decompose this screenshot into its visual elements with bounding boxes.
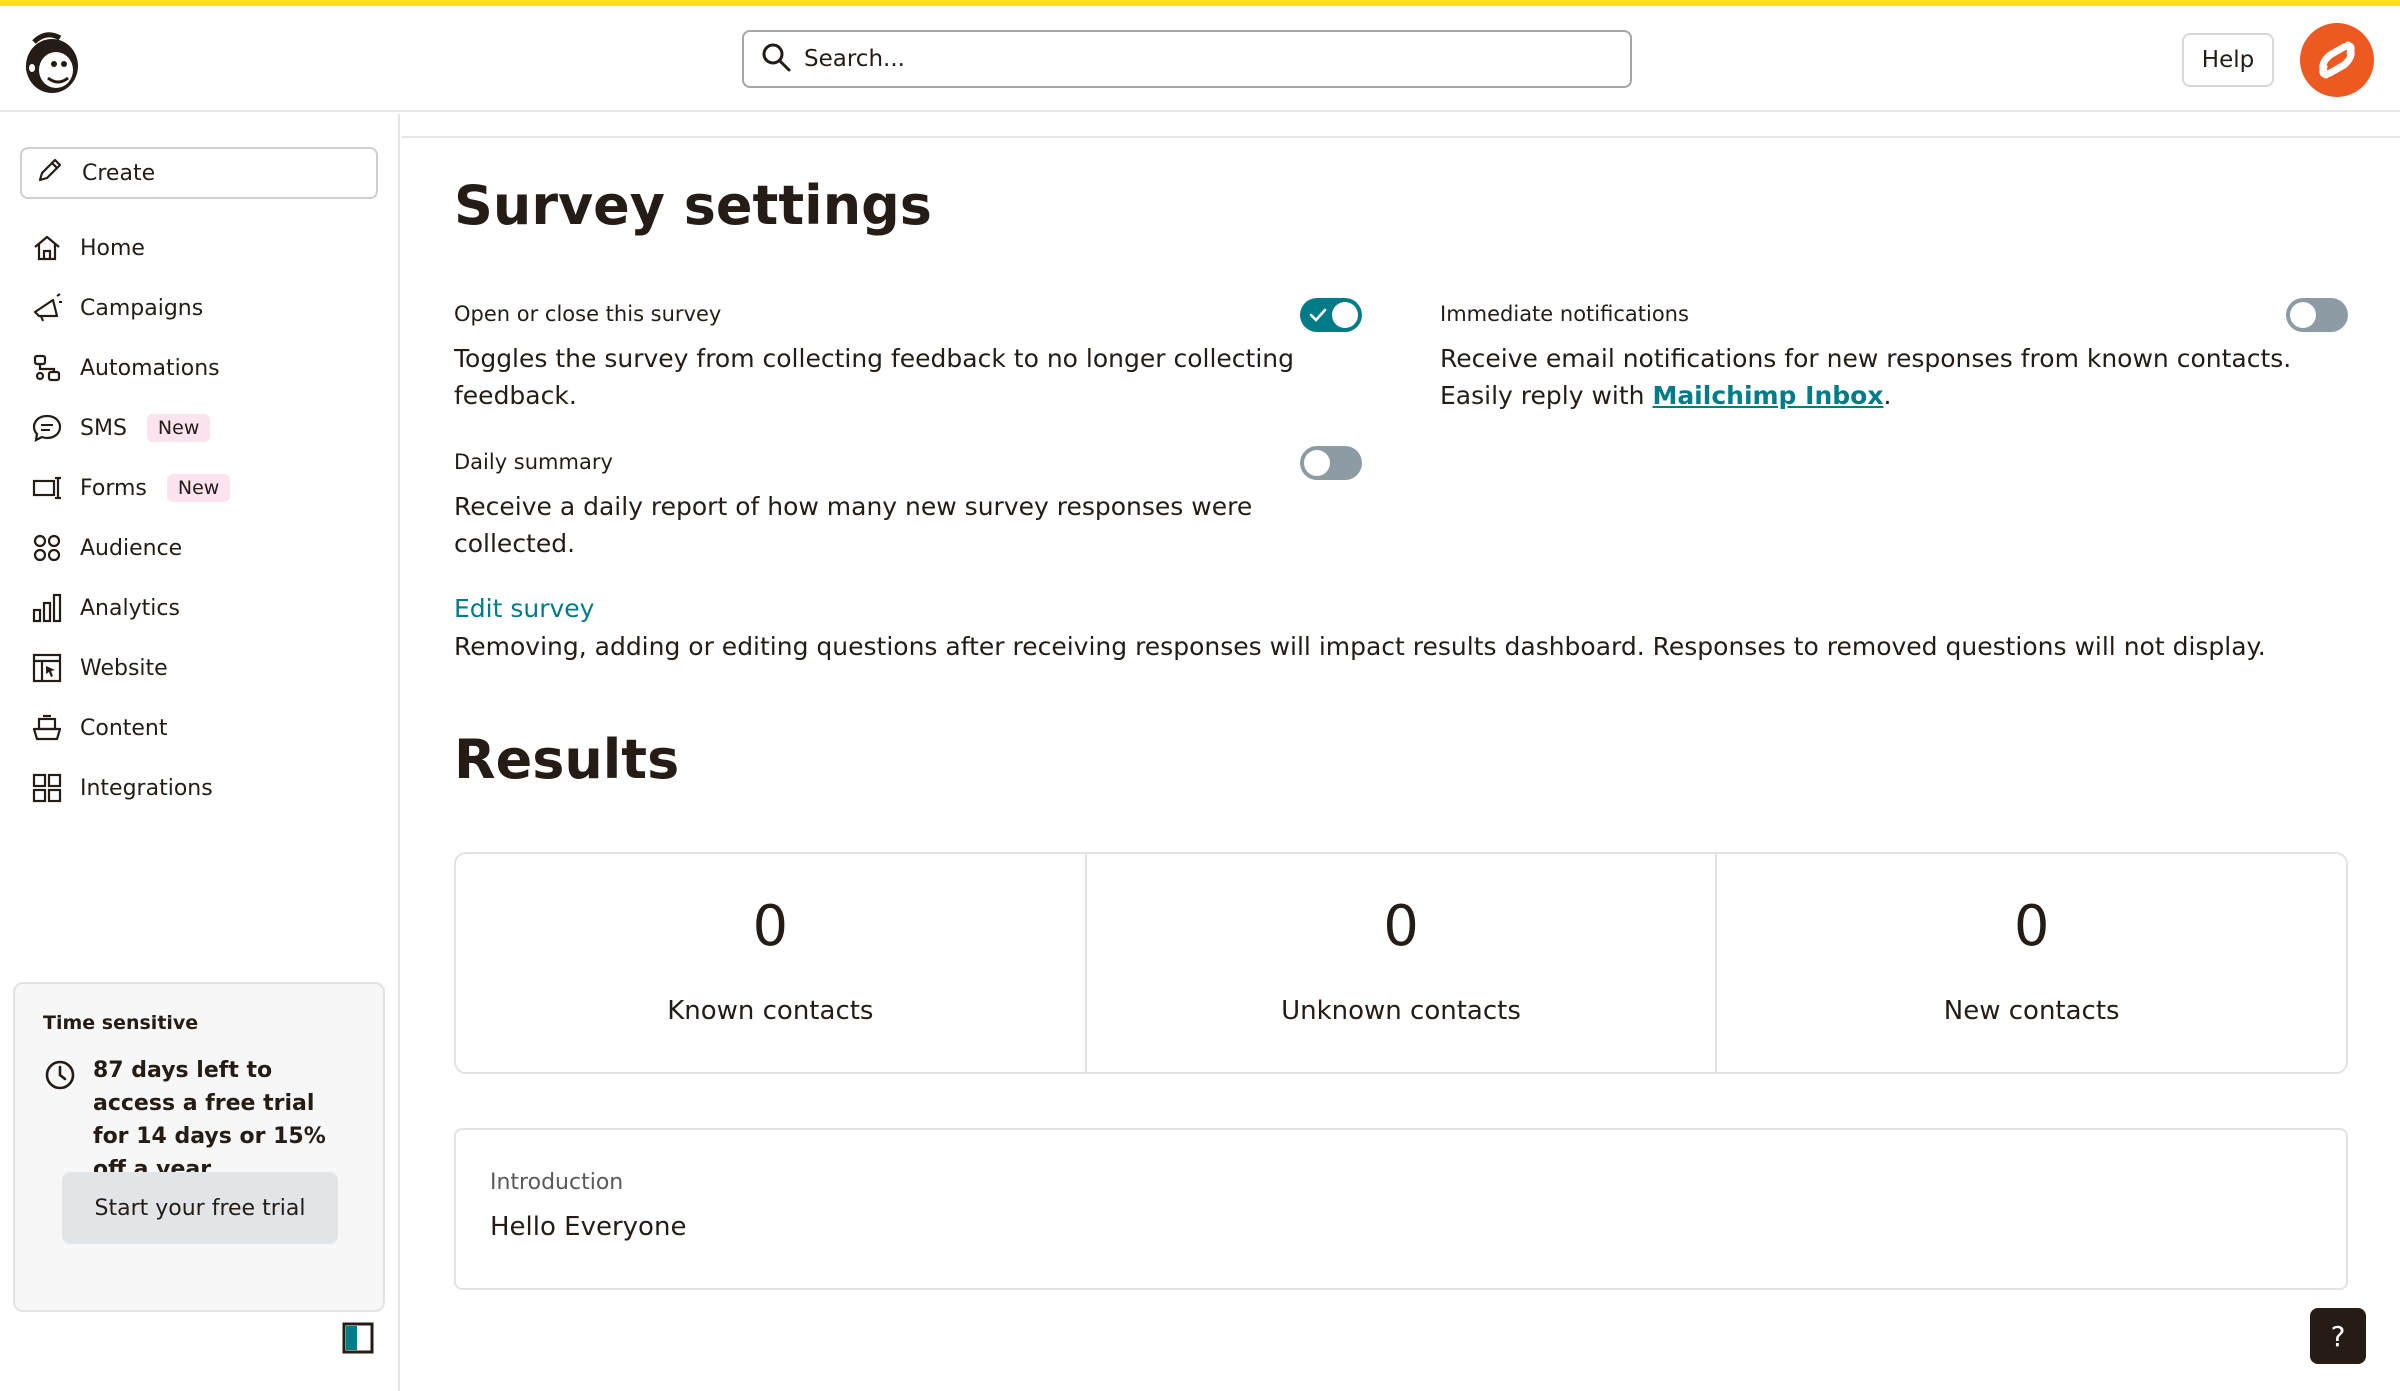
- trial-message: 87 days left to access a free trial for …: [93, 1058, 326, 1182]
- sidebar-item-label: Home: [80, 235, 145, 261]
- create-label: Create: [82, 160, 156, 186]
- stat-value: 0: [2013, 894, 2050, 959]
- edit-survey-link[interactable]: Edit survey: [454, 594, 594, 623]
- divider: [402, 136, 2400, 138]
- trial-title: Time sensitive: [43, 1012, 199, 1034]
- audience-icon: [30, 531, 64, 565]
- content-icon: [30, 711, 64, 745]
- sidebar-item-label: Content: [80, 715, 168, 741]
- help-fab-button[interactable]: ?: [2310, 1308, 2366, 1364]
- stat-label: Known contacts: [667, 996, 874, 1026]
- stat-value: 0: [752, 894, 789, 959]
- setting-desc-daily-summary: Receive a daily report of how many new s…: [454, 492, 1253, 558]
- sidebar-item-automations[interactable]: Automations: [30, 338, 380, 398]
- sidebar-item-label: Forms: [80, 475, 147, 501]
- megaphone-icon: [30, 291, 64, 325]
- sidebar-item-website[interactable]: Website: [30, 638, 380, 698]
- clock-icon: [43, 1058, 77, 1092]
- pencil-icon: [36, 156, 82, 190]
- sidebar-item-content[interactable]: Content: [30, 698, 380, 758]
- help-button[interactable]: Help: [2182, 33, 2274, 87]
- stat-unknown-contacts: 0 Unknown contacts: [1087, 854, 1718, 1072]
- sidebar-item-label: Analytics: [80, 595, 180, 621]
- new-badge: New: [146, 414, 211, 442]
- edit-survey-note: Removing, adding or editing questions af…: [454, 632, 2266, 661]
- setting-title-notifications: Immediate notifications: [1440, 302, 1689, 326]
- chat-icon: [30, 411, 64, 445]
- mailchimp-logo-icon[interactable]: [20, 28, 84, 96]
- website-icon: [30, 651, 64, 685]
- collapse-sidebar-icon[interactable]: [342, 1322, 374, 1354]
- sidebar-item-label: Integrations: [80, 775, 213, 801]
- grid-icon: [30, 771, 64, 805]
- sidebar-item-campaigns[interactable]: Campaigns: [30, 278, 380, 338]
- sidebar-item-label: Website: [80, 655, 168, 681]
- automation-icon: [30, 351, 64, 385]
- sidebar-item-forms[interactable]: Forms New: [30, 458, 380, 518]
- sidebar-item-sms[interactable]: SMS New: [30, 398, 380, 458]
- bar-chart-icon: [30, 591, 64, 625]
- top-bar: Help: [0, 6, 2400, 112]
- stat-known-contacts: 0 Known contacts: [456, 854, 1087, 1072]
- sidebar-item-label: SMS: [80, 415, 127, 441]
- daily-summary-toggle[interactable]: [1300, 446, 1362, 480]
- trial-card: Time sensitive 87 days left to access a …: [13, 982, 385, 1312]
- setting-title-open-close: Open or close this survey: [454, 302, 722, 326]
- sidebar-item-integrations[interactable]: Integrations: [30, 758, 380, 818]
- sidebar-item-analytics[interactable]: Analytics: [30, 578, 380, 638]
- create-button[interactable]: Create: [20, 147, 378, 199]
- avatar[interactable]: [2300, 23, 2374, 97]
- setting-title-daily-summary: Daily summary: [454, 450, 613, 474]
- sidebar-item-home[interactable]: Home: [30, 218, 380, 278]
- introduction-card: Introduction Hello Everyone: [454, 1128, 2348, 1290]
- setting-desc-open-close: Toggles the survey from collecting feedb…: [454, 344, 1294, 410]
- sidebar-nav: Home Campaigns Automations SMS New Forms…: [30, 218, 380, 818]
- search-input[interactable]: [804, 46, 1604, 72]
- form-icon: [30, 471, 64, 505]
- results-title: Results: [454, 728, 680, 791]
- stat-label: New contacts: [1943, 996, 2120, 1026]
- results-stats: 0 Known contacts 0 Unknown contacts 0 Ne…: [454, 852, 2348, 1074]
- stat-label: Unknown contacts: [1281, 996, 1521, 1026]
- sidebar: Create Home Campaigns Automations SMS Ne…: [0, 114, 400, 1391]
- start-free-trial-button[interactable]: Start your free trial: [62, 1172, 338, 1244]
- open-close-survey-toggle[interactable]: [1300, 298, 1362, 332]
- setting-desc-notifications: Receive email notifications for new resp…: [1440, 344, 2292, 410]
- immediate-notifications-toggle[interactable]: [2286, 298, 2348, 332]
- new-badge: New: [166, 474, 231, 502]
- introduction-value: Hello Everyone: [490, 1212, 687, 1242]
- sidebar-item-audience[interactable]: Audience: [30, 518, 380, 578]
- stat-value: 0: [1383, 894, 1419, 959]
- mailchimp-inbox-link[interactable]: Mailchimp Inbox: [1652, 381, 1883, 410]
- sidebar-item-label: Automations: [80, 355, 220, 381]
- home-icon: [30, 231, 64, 265]
- stat-new-contacts: 0 New contacts: [1717, 854, 2346, 1072]
- introduction-label: Introduction: [490, 1170, 624, 1195]
- sidebar-item-label: Audience: [80, 535, 183, 561]
- page-title: Survey settings: [454, 174, 932, 237]
- search-bar[interactable]: [742, 30, 1632, 88]
- sidebar-item-label: Campaigns: [80, 295, 204, 321]
- main-content: Survey settings Open or close this surve…: [402, 114, 2400, 1391]
- search-icon: [760, 41, 792, 77]
